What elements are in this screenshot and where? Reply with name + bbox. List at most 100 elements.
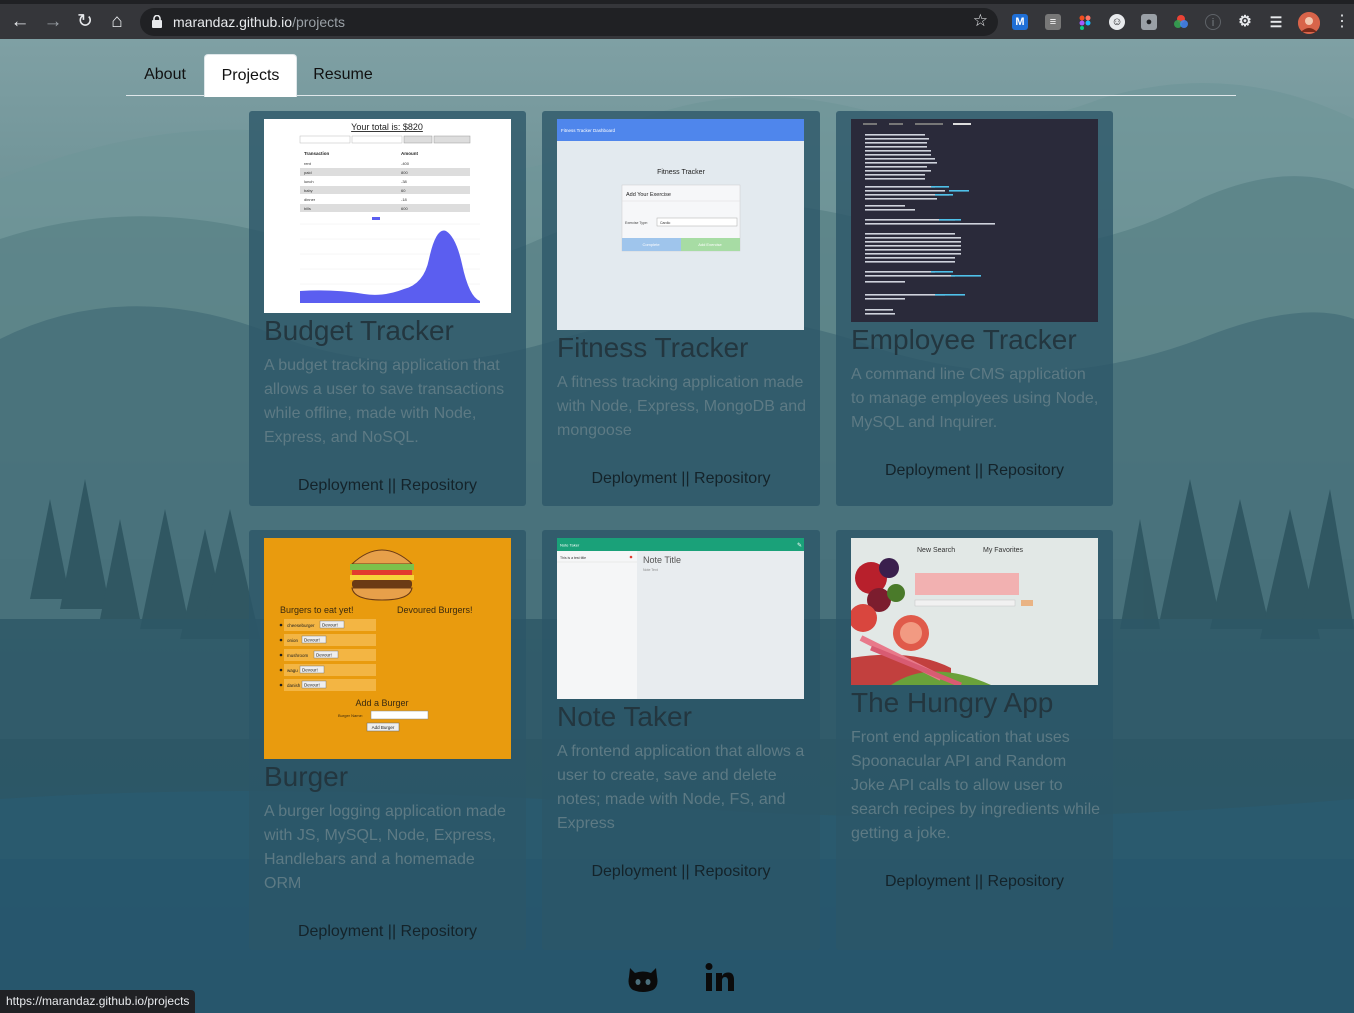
- svg-text:Transaction: Transaction: [304, 151, 330, 156]
- svg-text:800: 800: [401, 170, 408, 175]
- project-description: A fitness tracking application made with…: [557, 374, 807, 439]
- svg-text:cheeseburger: cheeseburger: [287, 623, 315, 628]
- project-description: Front end application that uses Spoonacu…: [851, 729, 1101, 842]
- linkedin-icon[interactable]: [705, 962, 735, 992]
- svg-text:bills: bills: [304, 206, 311, 211]
- svg-text:Devour!: Devour!: [316, 653, 332, 658]
- svg-text:Burger Name:: Burger Name:: [338, 713, 363, 718]
- url-text: marandaz.github.io/projects: [173, 14, 345, 30]
- project-description: A command line CMS application to manage…: [851, 366, 1099, 431]
- svg-text:Devour!: Devour!: [304, 638, 320, 643]
- svg-text:Complete: Complete: [642, 242, 660, 247]
- svg-text:Exercise Type:: Exercise Type:: [625, 221, 648, 225]
- svg-text:dinner: dinner: [304, 197, 316, 202]
- svg-text:Add Burger: Add Burger: [372, 725, 395, 730]
- svg-text:✎: ✎: [797, 542, 802, 549]
- menu-kebab-icon[interactable]: ⋮: [1330, 10, 1354, 34]
- svg-text:-18: -18: [401, 197, 408, 202]
- svg-text:Fitness Tracker Dashboard: Fitness Tracker Dashboard: [561, 128, 616, 133]
- hungry-app-screenshot: New Search My Favorites: [851, 538, 1098, 685]
- lock-icon: [152, 15, 162, 28]
- back-icon[interactable]: ←: [8, 10, 32, 34]
- svg-text:Devour!: Devour!: [304, 683, 320, 688]
- project-card-note-taker: Note Taker ✎ This is a test title Note T…: [542, 530, 820, 950]
- svg-text:New Search: New Search: [917, 547, 955, 554]
- svg-text:paid: paid: [304, 170, 312, 175]
- project-card-fitness-tracker: Fitness Tracker Dashboard Fitness Tracke…: [542, 111, 820, 506]
- svg-text:Add Exercise: Add Exercise: [698, 242, 722, 247]
- tab-about[interactable]: About: [126, 54, 204, 96]
- employee-tracker-screenshot: [851, 119, 1098, 322]
- svg-text:rent: rent: [304, 161, 312, 166]
- nav-tabs: About Projects Resume: [126, 54, 1236, 97]
- svg-text:Add a Burger: Add a Burger: [355, 698, 408, 708]
- svg-text:Devoured Burgers!: Devoured Burgers!: [397, 605, 473, 615]
- project-title: Fitness Tracker: [557, 332, 749, 363]
- address-bar[interactable]: marandaz.github.io/projects ☆: [140, 8, 998, 36]
- tab-projects[interactable]: Projects: [204, 54, 297, 97]
- svg-text:Cardio: Cardio: [660, 221, 670, 225]
- page-background: About Projects Resume Your total is: $82…: [0, 39, 1354, 1013]
- svg-text:onion: onion: [287, 638, 299, 643]
- extension-camera-icon[interactable]: ●: [1141, 14, 1157, 30]
- social-links: [0, 959, 1354, 999]
- svg-text:Note Text: Note Text: [643, 568, 658, 572]
- svg-text:Fitness Tracker: Fitness Tracker: [657, 169, 706, 176]
- budget-total-text: Your total is: $820: [351, 122, 423, 132]
- bookmark-star-icon[interactable]: ☆: [973, 11, 988, 31]
- svg-text:wagu: wagu: [287, 668, 298, 673]
- project-card-employee-tracker: Employee Tracker A command line CMS appl…: [836, 111, 1113, 506]
- svg-text:Note Title: Note Title: [643, 555, 681, 565]
- project-links[interactable]: Deployment || Repository: [249, 477, 526, 495]
- project-card-budget-tracker: Your total is: $820 Transaction Amount r…: [249, 111, 526, 506]
- extension-doc-icon[interactable]: ≡: [1045, 14, 1061, 30]
- extension-figma-icon[interactable]: [1077, 14, 1093, 30]
- project-links[interactable]: Deployment || Repository: [542, 470, 820, 488]
- project-links[interactable]: Deployment || Repository: [836, 873, 1113, 891]
- extension-color-icon[interactable]: [1173, 14, 1189, 30]
- svg-text:This is a test title: This is a test title: [560, 556, 586, 560]
- burger-screenshot: Burgers to eat yet! Devoured Burgers! ch…: [264, 538, 511, 759]
- burger-illustration-icon: [350, 549, 414, 601]
- browser-toolbar: ← → ↻ ⌂ marandaz.github.io/projects ☆ M …: [0, 0, 1354, 39]
- home-icon[interactable]: ⌂: [105, 10, 129, 34]
- project-links[interactable]: Deployment || Repository: [836, 462, 1113, 480]
- svg-text:lunch: lunch: [304, 179, 314, 184]
- extension-info-icon[interactable]: i: [1205, 14, 1221, 30]
- project-card-burger: Burgers to eat yet! Devoured Burgers! ch…: [249, 530, 526, 950]
- svg-text:-400: -400: [401, 161, 410, 166]
- profile-avatar[interactable]: [1298, 12, 1320, 34]
- svg-text:My Favorites: My Favorites: [983, 547, 1024, 554]
- project-title: Note Taker: [557, 701, 692, 732]
- forward-icon[interactable]: →: [41, 10, 65, 34]
- svg-text:-38: -38: [401, 179, 408, 184]
- note-taker-screenshot: Note Taker ✎ This is a test title Note T…: [557, 538, 804, 699]
- svg-text:Amount: Amount: [401, 151, 418, 156]
- reload-icon[interactable]: ↻: [73, 10, 97, 34]
- project-title: The Hungry App: [851, 687, 1054, 718]
- tab-resume[interactable]: Resume: [297, 54, 389, 96]
- fitness-tracker-screenshot: Fitness Tracker Dashboard Fitness Tracke…: [557, 119, 804, 330]
- project-card-hungry-app: New Search My Favorites The Hungry App F…: [836, 530, 1113, 950]
- extension-m-icon[interactable]: M: [1012, 14, 1028, 30]
- project-links[interactable]: Deployment || Repository: [249, 923, 526, 941]
- svg-text:Devour!: Devour!: [322, 623, 338, 628]
- project-description: A frontend application that allows a use…: [557, 743, 805, 832]
- project-title: Employee Tracker: [851, 324, 1077, 355]
- github-icon[interactable]: [627, 964, 659, 994]
- extensions-puzzle-icon[interactable]: ⚙: [1237, 14, 1253, 30]
- svg-text:Add Your Exercise: Add Your Exercise: [626, 192, 671, 198]
- project-description: A budget tracking application that allow…: [264, 357, 505, 446]
- media-queue-icon[interactable]: ☰: [1268, 14, 1284, 30]
- svg-text:Burgers to eat yet!: Burgers to eat yet!: [280, 605, 354, 615]
- budget-area-chart: [300, 230, 480, 303]
- project-title: Burger: [264, 761, 349, 792]
- project-title: Budget Tracker: [264, 315, 454, 346]
- svg-text:Devour!: Devour!: [302, 668, 318, 673]
- svg-text:danish: danish: [287, 683, 301, 688]
- extension-face-icon[interactable]: ☺: [1109, 14, 1125, 30]
- svg-text:mushroom: mushroom: [287, 653, 309, 658]
- project-links[interactable]: Deployment || Repository: [542, 863, 820, 881]
- svg-text:Note Taker: Note Taker: [560, 543, 580, 548]
- project-description: A burger logging application made with J…: [264, 803, 506, 892]
